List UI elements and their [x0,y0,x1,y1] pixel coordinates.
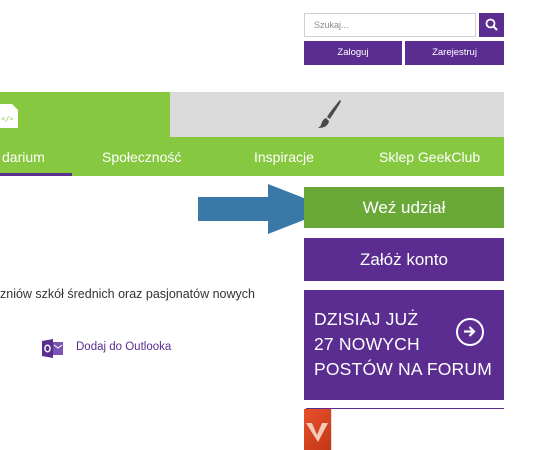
search-button[interactable] [479,13,504,37]
nav-item-kalendarium[interactable]: darium [2,137,45,176]
add-to-outlook-link[interactable]: Dodaj do Outlooka [76,341,171,353]
forum-line: DZISIAJ JUŻ [314,309,419,329]
login-button[interactable]: Zaloguj [304,41,402,65]
search-input[interactable] [305,14,475,36]
register-button[interactable]: Zarejestruj [405,41,504,65]
divider [331,409,332,450]
search-icon [485,18,498,31]
nav-item-inspiracje[interactable]: Inspiracje [254,137,314,176]
nav-item-sklep[interactable]: Sklep GeekClub [379,137,480,176]
nav-active-indicator [0,173,72,176]
category-tile-code[interactable]: </> [0,92,170,137]
forum-line: 27 NOWYCH [314,334,420,354]
nav-item-spolecznosc[interactable]: Społeczność [102,137,181,176]
office-icon[interactable] [304,409,331,450]
search-box[interactable] [304,13,476,37]
join-button[interactable]: Weź udział [304,187,504,228]
divider [306,408,504,409]
paintbrush-icon [318,100,341,128]
svg-text:</>: </> [1,115,14,123]
forum-line: POSTÓW NA FORUM [314,359,492,379]
outlook-icon [42,339,63,358]
create-account-button[interactable]: Załóż konto [304,238,504,281]
circle-arrow-right-icon [456,318,484,346]
code-file-icon: </> [0,104,18,128]
category-tile-design[interactable] [170,92,504,137]
event-description: zniów szkół średnich oraz pasjonatów now… [0,287,255,301]
forum-promo[interactable]: DZISIAJ JUŻ 27 NOWYCH POSTÓW NA FORUM [304,290,504,400]
